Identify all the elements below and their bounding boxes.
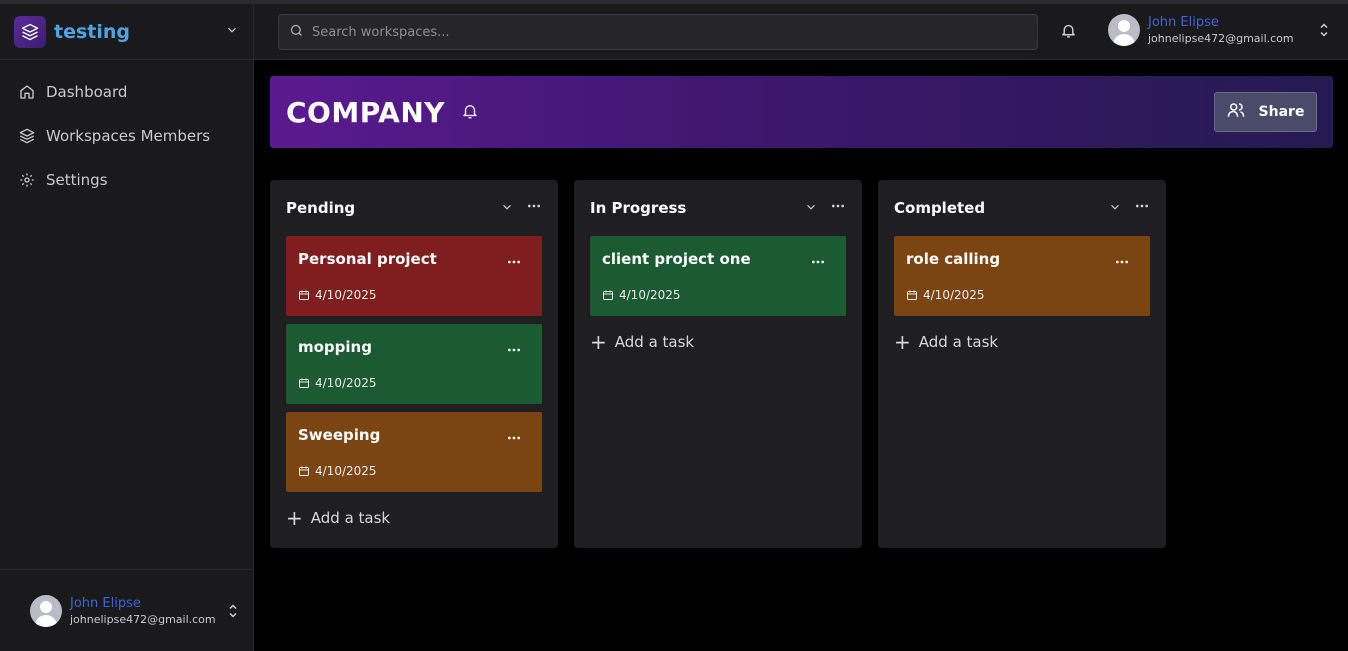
gear-icon xyxy=(18,171,36,189)
task-card[interactable]: Sweeping 4/10/2025 xyxy=(286,412,542,492)
sidebar-item-settings[interactable]: Settings xyxy=(0,158,253,202)
board-column-completed: Completed role calling 4/10/2025 + Add a… xyxy=(878,180,1166,548)
task-date-text: 4/10/2025 xyxy=(923,288,985,302)
column-title: In Progress xyxy=(590,199,687,217)
task-title: client project one xyxy=(602,250,751,268)
task-title: mopping xyxy=(298,338,372,356)
chevrons-up-down-icon xyxy=(1318,22,1330,38)
user-name: John Elipse xyxy=(70,595,141,611)
sidebar-item-dashboard[interactable]: Dashboard xyxy=(0,70,253,114)
more-options-icon[interactable] xyxy=(506,342,522,362)
task-card[interactable]: Personal project 4/10/2025 xyxy=(286,236,542,316)
chevron-down-icon[interactable] xyxy=(804,199,818,218)
column-header: Pending xyxy=(286,198,542,218)
search-icon xyxy=(289,23,304,42)
sidebar-item-label: Workspaces Members xyxy=(46,127,211,145)
column-header: Completed xyxy=(894,198,1150,218)
sidebar-item-label: Settings xyxy=(46,171,108,189)
search-input[interactable] xyxy=(312,24,992,40)
chevrons-up-down-icon xyxy=(227,603,239,619)
more-options-icon[interactable] xyxy=(1134,198,1150,218)
app-root: testing Dashboard Workspaces Members Set… xyxy=(0,0,1348,651)
task-date: 4/10/2025 xyxy=(298,376,377,390)
task-date: 4/10/2025 xyxy=(298,464,377,478)
top-bar: John Elipse johnelipse472@gmail.com xyxy=(254,4,1348,60)
share-button[interactable]: Share xyxy=(1214,92,1317,132)
calendar-icon xyxy=(603,290,613,300)
chevron-down-icon[interactable] xyxy=(1108,199,1122,218)
users-icon xyxy=(1227,101,1245,123)
chevron-down-icon xyxy=(225,23,239,40)
column-title: Pending xyxy=(286,199,356,217)
calendar-icon xyxy=(299,378,309,388)
add-task-label: Add a task xyxy=(310,509,391,527)
share-label: Share xyxy=(1258,104,1305,120)
task-title: Sweeping xyxy=(298,426,381,444)
add-task-label: Add a task xyxy=(918,333,999,351)
workspace-switcher[interactable]: testing xyxy=(0,4,253,60)
task-date: 4/10/2025 xyxy=(298,288,377,302)
add-task-button[interactable]: + Add a task xyxy=(590,332,694,352)
chevron-down-icon[interactable] xyxy=(500,199,514,218)
home-icon xyxy=(18,83,36,101)
plus-icon: + xyxy=(286,506,303,530)
task-date: 4/10/2025 xyxy=(906,288,985,302)
plus-icon: + xyxy=(590,330,607,354)
workspace-name: testing xyxy=(54,20,130,43)
avatar xyxy=(30,594,62,627)
more-options-icon[interactable] xyxy=(506,430,522,450)
task-date-text: 4/10/2025 xyxy=(315,376,377,390)
calendar-icon xyxy=(907,290,917,300)
more-options-icon[interactable] xyxy=(830,198,846,218)
board-column-in-progress: In Progress client project one 4/10/2025… xyxy=(574,180,862,548)
workspace-banner: COMPANY Share xyxy=(270,76,1333,148)
sidebar-item-workspace-members[interactable]: Workspaces Members xyxy=(0,114,253,158)
sidebar-item-label: Dashboard xyxy=(46,83,128,101)
column-title: Completed xyxy=(894,199,986,217)
sidebar: testing Dashboard Workspaces Members Set… xyxy=(0,4,254,651)
user-email: johnelipse472@gmail.com xyxy=(70,612,216,626)
task-card[interactable]: role calling 4/10/2025 xyxy=(894,236,1150,316)
add-task-label: Add a task xyxy=(614,333,695,351)
more-options-icon[interactable] xyxy=(810,254,826,274)
top-user-menu[interactable]: John Elipse johnelipse472@gmail.com xyxy=(1108,14,1344,46)
task-title: role calling xyxy=(906,250,1001,268)
calendar-icon xyxy=(299,466,309,476)
page-title: COMPANY xyxy=(286,95,446,129)
avatar xyxy=(1108,14,1140,46)
task-card[interactable]: client project one 4/10/2025 xyxy=(590,236,846,316)
search-box[interactable] xyxy=(278,14,1038,50)
calendar-icon xyxy=(299,290,309,300)
user-email: johnelipse472@gmail.com xyxy=(1148,32,1294,45)
board-column-pending: Pending Personal project 4/10/2025 moppi… xyxy=(270,180,558,548)
more-options-icon[interactable] xyxy=(1114,254,1130,274)
task-date-text: 4/10/2025 xyxy=(315,288,377,302)
user-name: John Elipse xyxy=(1148,15,1219,30)
task-card[interactable]: mopping 4/10/2025 xyxy=(286,324,542,404)
workspace-logo-icon xyxy=(14,15,46,48)
sidebar-nav: Dashboard Workspaces Members Settings xyxy=(0,60,253,202)
bell-icon[interactable] xyxy=(461,102,479,124)
more-options-icon[interactable] xyxy=(506,254,522,274)
column-header: In Progress xyxy=(590,198,846,218)
layers-icon xyxy=(18,127,36,145)
sidebar-user-menu[interactable]: John Elipse johnelipse472@gmail.com xyxy=(0,569,253,651)
task-date: 4/10/2025 xyxy=(602,288,681,302)
plus-icon: + xyxy=(894,330,911,354)
task-date-text: 4/10/2025 xyxy=(619,288,681,302)
notifications-bell-icon[interactable] xyxy=(1060,22,1077,43)
task-title: Personal project xyxy=(298,250,437,268)
task-date-text: 4/10/2025 xyxy=(315,464,377,478)
add-task-button[interactable]: + Add a task xyxy=(286,508,390,528)
more-options-icon[interactable] xyxy=(526,198,542,218)
add-task-button[interactable]: + Add a task xyxy=(894,332,998,352)
